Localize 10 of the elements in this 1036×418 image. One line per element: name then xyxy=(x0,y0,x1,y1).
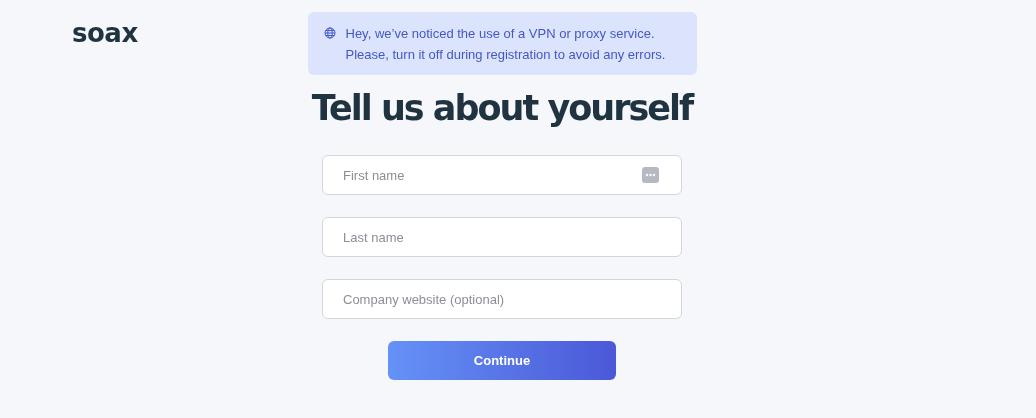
globe-icon xyxy=(323,27,336,39)
text-field[interactable]: Last name xyxy=(322,217,682,257)
notice-text: Hey, we’ve noticed the use of a VPN or proxy service. xyxy=(345,25,656,43)
text-field[interactable]: First name xyxy=(322,155,682,195)
continue-button[interactable]: Continue xyxy=(388,341,616,380)
page-heading: Tell us about yourself xyxy=(311,87,693,130)
notice-text: Please, turn it off during registration to avoid any errors. xyxy=(345,46,666,64)
text-field[interactable]: Company website (optional) xyxy=(322,279,682,319)
logo[interactable]: soax xyxy=(72,18,138,48)
autofill-icon[interactable] xyxy=(642,167,659,183)
